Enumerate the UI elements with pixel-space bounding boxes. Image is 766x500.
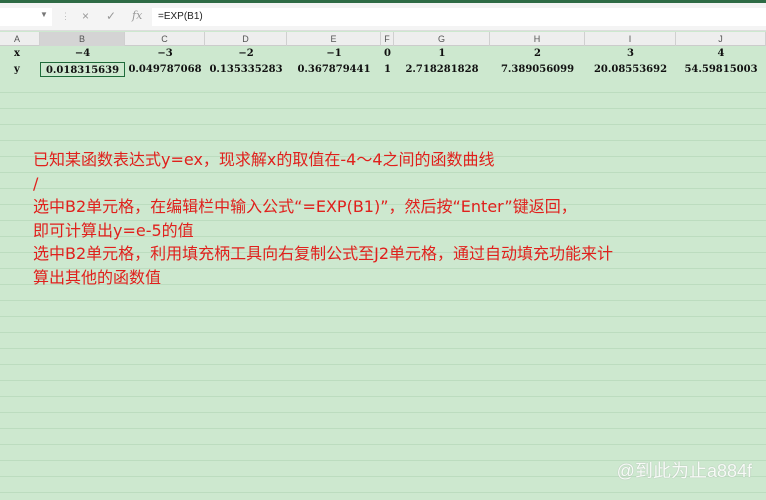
cell-e2[interactable]: 0.367879441	[287, 62, 381, 77]
column-header-a[interactable]: A	[0, 32, 40, 46]
column-headers: A B C D E F G H I J	[0, 32, 766, 46]
function-icon[interactable]: fx	[132, 9, 142, 22]
formula-input[interactable]: =EXP(B1)	[152, 8, 766, 26]
cell-c1[interactable]: −3	[125, 46, 205, 61]
cell-i1[interactable]: 3	[585, 46, 676, 61]
cell-h2[interactable]: 7.389056099	[490, 62, 585, 77]
column-header-c[interactable]: C	[125, 32, 205, 46]
cell-j2[interactable]: 54.59815003	[676, 62, 766, 77]
note-line: /	[33, 173, 39, 193]
cell-c2[interactable]: 0.049787068	[125, 62, 205, 77]
instruction-text: 已知某函数表达式y=ex，现求解x的取值在-4～4之间的函数曲线 / 选中B2单…	[33, 148, 613, 289]
column-header-b[interactable]: B	[40, 32, 125, 46]
column-header-j[interactable]: J	[676, 32, 766, 46]
note-line: 选中B2单元格，利用填充柄工具向右复制公式至J2单元格，通过自动填充功能来计	[33, 244, 614, 263]
table-row: x −4 −3 −2 −1 0 1 2 3 4	[0, 46, 766, 61]
cell-i2[interactable]: 20.08553692	[585, 62, 676, 77]
column-header-f[interactable]: F	[381, 32, 394, 46]
cell-h1[interactable]: 2	[490, 46, 585, 61]
cell-a1[interactable]: x	[0, 46, 40, 61]
cancel-icon[interactable]: ×	[82, 9, 89, 23]
column-header-i[interactable]: I	[585, 32, 676, 46]
table-row: y 0.018315639 0.049787068 0.135335283 0.…	[0, 62, 766, 77]
cell-d2[interactable]: 0.135335283	[205, 62, 287, 77]
formula-bar: ▼ ⋮ × ✓ fx =EXP(B1)	[0, 3, 766, 31]
separator-icon: ⋮	[61, 11, 70, 21]
note-line: 选中B2单元格，在编辑栏中输入公式“=EXP(B1)”，然后按“Enter”键返…	[33, 197, 577, 216]
cell-g2[interactable]: 2.718281828	[394, 62, 490, 77]
watermark: @到此为止a884f	[616, 461, 752, 481]
cell-e1[interactable]: −1	[287, 46, 381, 61]
column-header-h[interactable]: H	[490, 32, 585, 46]
cell-g1[interactable]: 1	[394, 46, 490, 61]
column-header-e[interactable]: E	[287, 32, 381, 46]
column-header-d[interactable]: D	[205, 32, 287, 46]
cell-j1[interactable]: 4	[676, 46, 766, 61]
note-line: 已知某函数表达式y=ex，现求解x的取值在-4～4之间的函数曲线	[33, 150, 495, 169]
cell-d1[interactable]: −2	[205, 46, 287, 61]
enter-icon[interactable]: ✓	[106, 9, 116, 23]
note-line: 算出其他的函数值	[33, 267, 162, 287]
note-line: 即可计算出y=e-5的值	[33, 220, 194, 240]
cell-f2[interactable]: 1	[381, 62, 394, 77]
cell-b1[interactable]: −4	[40, 46, 125, 61]
cell-f1[interactable]: 0	[381, 46, 394, 61]
column-header-g[interactable]: G	[394, 32, 490, 46]
cell-b2-selected[interactable]: 0.018315639	[40, 62, 125, 77]
chevron-down-icon[interactable]: ▼	[40, 10, 48, 19]
cell-a2[interactable]: y	[0, 62, 40, 77]
